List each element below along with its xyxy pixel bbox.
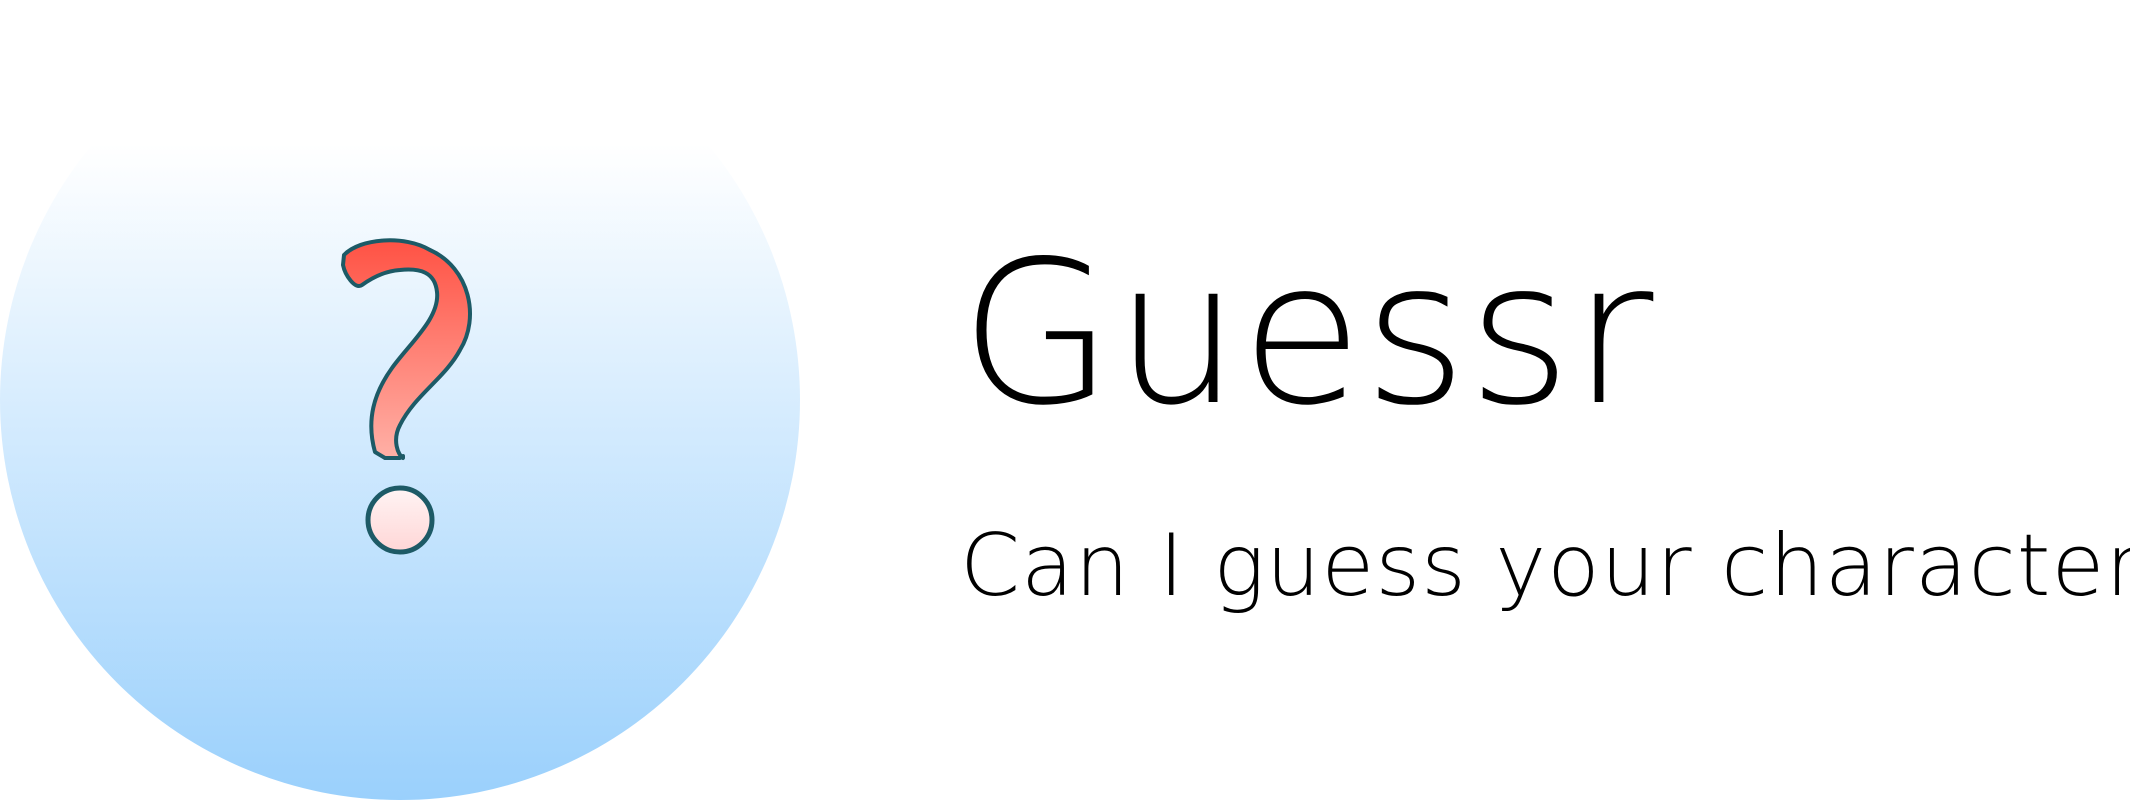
logo-circle bbox=[0, 0, 800, 800]
logo-banner: Guessr Can I guess your character? bbox=[0, 0, 2130, 800]
question-mark-icon bbox=[0, 0, 800, 800]
question-mark-dot bbox=[365, 485, 435, 555]
app-tagline: Can I guess your character? bbox=[960, 516, 2130, 616]
text-block: Guessr Can I guess your character? bbox=[960, 218, 2130, 616]
app-title: Guessr bbox=[960, 218, 1655, 449]
